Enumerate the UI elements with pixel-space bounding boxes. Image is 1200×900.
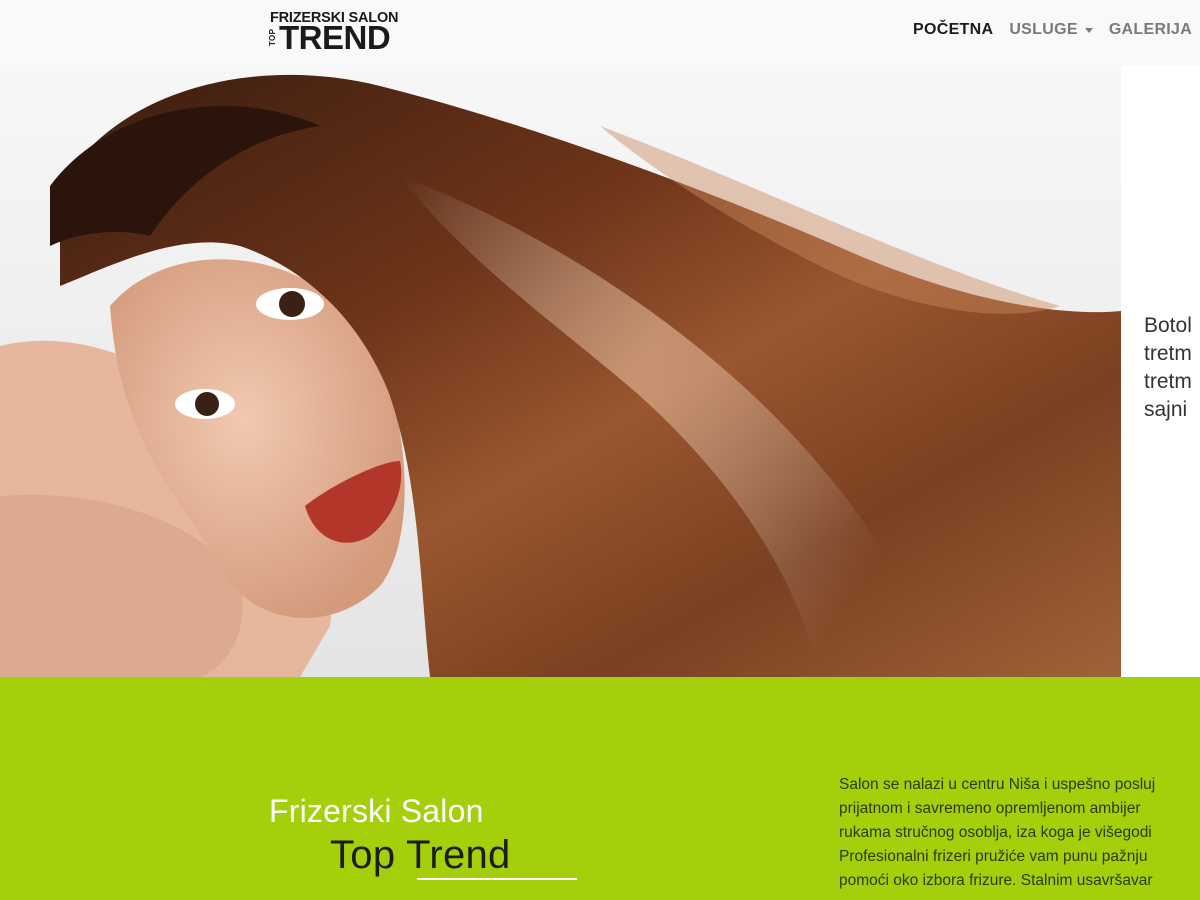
nav-label: GALERIJA [1108,21,1193,38]
hero-image [0,66,1121,677]
about-title-line1: Frizerski Salon [269,793,484,829]
title-underline [417,878,577,880]
hero-caption: Botol tretm tretm sajni [1144,312,1200,424]
caret-down-icon [1084,27,1093,33]
about-paragraph: Salon se nalazi u centru Niša i uspešno … [839,773,1200,893]
nav-item-pocetna[interactable]: POČETNA [913,21,993,39]
about-section: Frizerski Salon Top Trend Salon se nalaz… [0,677,1200,900]
logo-big-text: TREND [279,19,391,56]
about-text-line: pomoći oko izbora frizure. Stalnim usavr… [839,872,1153,889]
logo-vertical-text: TOP [268,28,277,46]
nav-label: USLUGE [1009,21,1078,38]
about-text-line: prijatnom i savremeno opremljenom ambije… [839,800,1141,817]
nav-item-galerija[interactable]: GALERIJA [1109,21,1192,39]
about-text-line: Salon se nalazi u centru Niša i uspešno … [839,776,1156,793]
hero-caption-line: Botol [1144,314,1192,337]
navbar: FRIZERSKI SALON TOP TREND POČETNA USLUGE… [0,0,1200,66]
about-text-line: Profesionalni frizeri pružiće vam punu p… [839,848,1148,865]
nav-label: POČETNA [913,21,994,38]
hero-carousel: Botol tretm tretm sajni [0,66,1200,677]
hero-caption-line: tretm [1144,370,1192,393]
about-title-line2: Top Trend [330,833,511,877]
hero-caption-line: sajni [1144,398,1188,421]
main-nav: POČETNA USLUGE GALERIJA [913,21,1192,39]
nav-item-usluge[interactable]: USLUGE [1009,21,1093,39]
site-logo[interactable]: FRIZERSKI SALON TOP TREND [268,10,412,56]
hero-caption-line: tretm [1144,342,1192,365]
about-text-line: rukama stručnog osoblja, iza koga je viš… [839,824,1152,841]
